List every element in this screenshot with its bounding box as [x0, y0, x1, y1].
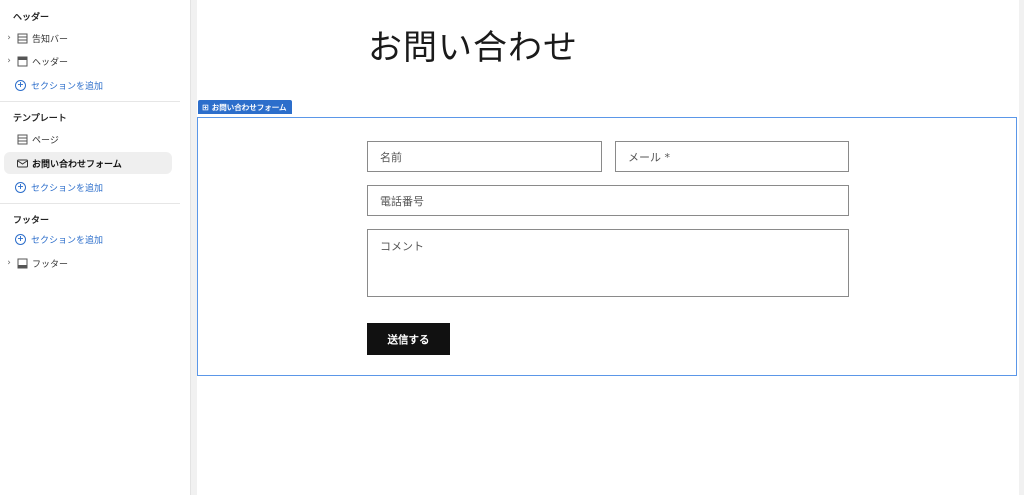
phone-placeholder: 電話番号 — [380, 194, 424, 208]
add-section-button-header[interactable]: + セクションを追加 — [4, 74, 172, 96]
sidebar-item-label: フッター — [32, 259, 69, 270]
divider — [0, 203, 180, 204]
sidebar: ヘッダー › 告知バー › ヘッダー + セクションを追加 テンプレート ページ… — [0, 0, 191, 495]
phone-field[interactable]: 電話番号 — [367, 185, 849, 216]
add-section-button-template[interactable]: + セクションを追加 — [4, 176, 172, 198]
sidebar-item-label: ページ — [32, 135, 59, 146]
mail-icon — [16, 157, 28, 169]
chevron-right-icon[interactable]: › — [4, 33, 14, 43]
sidebar-item-footer[interactable]: › フッター — [4, 252, 172, 274]
add-section-label: セクションを追加 — [31, 235, 104, 246]
group-title-template: テンプレート — [13, 114, 67, 124]
group-title-header: ヘッダー — [13, 13, 50, 23]
sidebar-item-announcement-bar[interactable]: › 告知バー — [4, 27, 172, 49]
plus-circle-icon: + — [15, 181, 26, 193]
submit-button[interactable]: 送信する — [367, 323, 450, 355]
plus-circle-icon: + — [15, 79, 26, 91]
sidebar-item-label: ヘッダー — [32, 57, 69, 68]
selected-section-tag[interactable]: ⊞ お問い合わせフォーム — [198, 100, 293, 114]
divider — [0, 101, 180, 102]
table-icon — [16, 133, 28, 145]
section-tag-label: お問い合わせフォーム — [211, 102, 287, 112]
preview-gutter-right — [1019, 0, 1024, 495]
sidebar-item-contact-form[interactable]: お問い合わせフォーム — [4, 152, 172, 174]
comment-textarea[interactable]: コメント — [367, 229, 849, 297]
sidebar-item-label: お問い合わせフォーム — [32, 159, 122, 170]
email-field[interactable]: メール * — [615, 141, 849, 172]
name-placeholder: 名前 — [380, 150, 402, 164]
add-section-button-footer[interactable]: + セクションを追加 — [4, 228, 172, 250]
header-layout-icon — [16, 55, 28, 67]
chevron-right-icon[interactable]: › — [4, 56, 14, 66]
sidebar-item-label: 告知バー — [32, 34, 69, 45]
sidebar-item-header[interactable]: › ヘッダー — [4, 50, 172, 72]
chevron-right-icon[interactable]: › — [4, 258, 14, 268]
sidebar-item-page[interactable]: ページ — [4, 128, 172, 150]
table-icon — [16, 32, 28, 44]
name-field[interactable]: 名前 — [367, 141, 602, 172]
plus-circle-icon: + — [15, 233, 26, 245]
grid-icon: ⊞ — [202, 102, 209, 112]
footer-layout-icon — [16, 257, 28, 269]
add-section-label: セクションを追加 — [31, 81, 104, 92]
email-placeholder: メール * — [628, 150, 670, 164]
add-section-label: セクションを追加 — [31, 183, 104, 194]
group-title-footer: フッター — [13, 216, 50, 226]
page-title: お問い合わせ — [368, 28, 578, 68]
comment-placeholder: コメント — [380, 240, 424, 253]
